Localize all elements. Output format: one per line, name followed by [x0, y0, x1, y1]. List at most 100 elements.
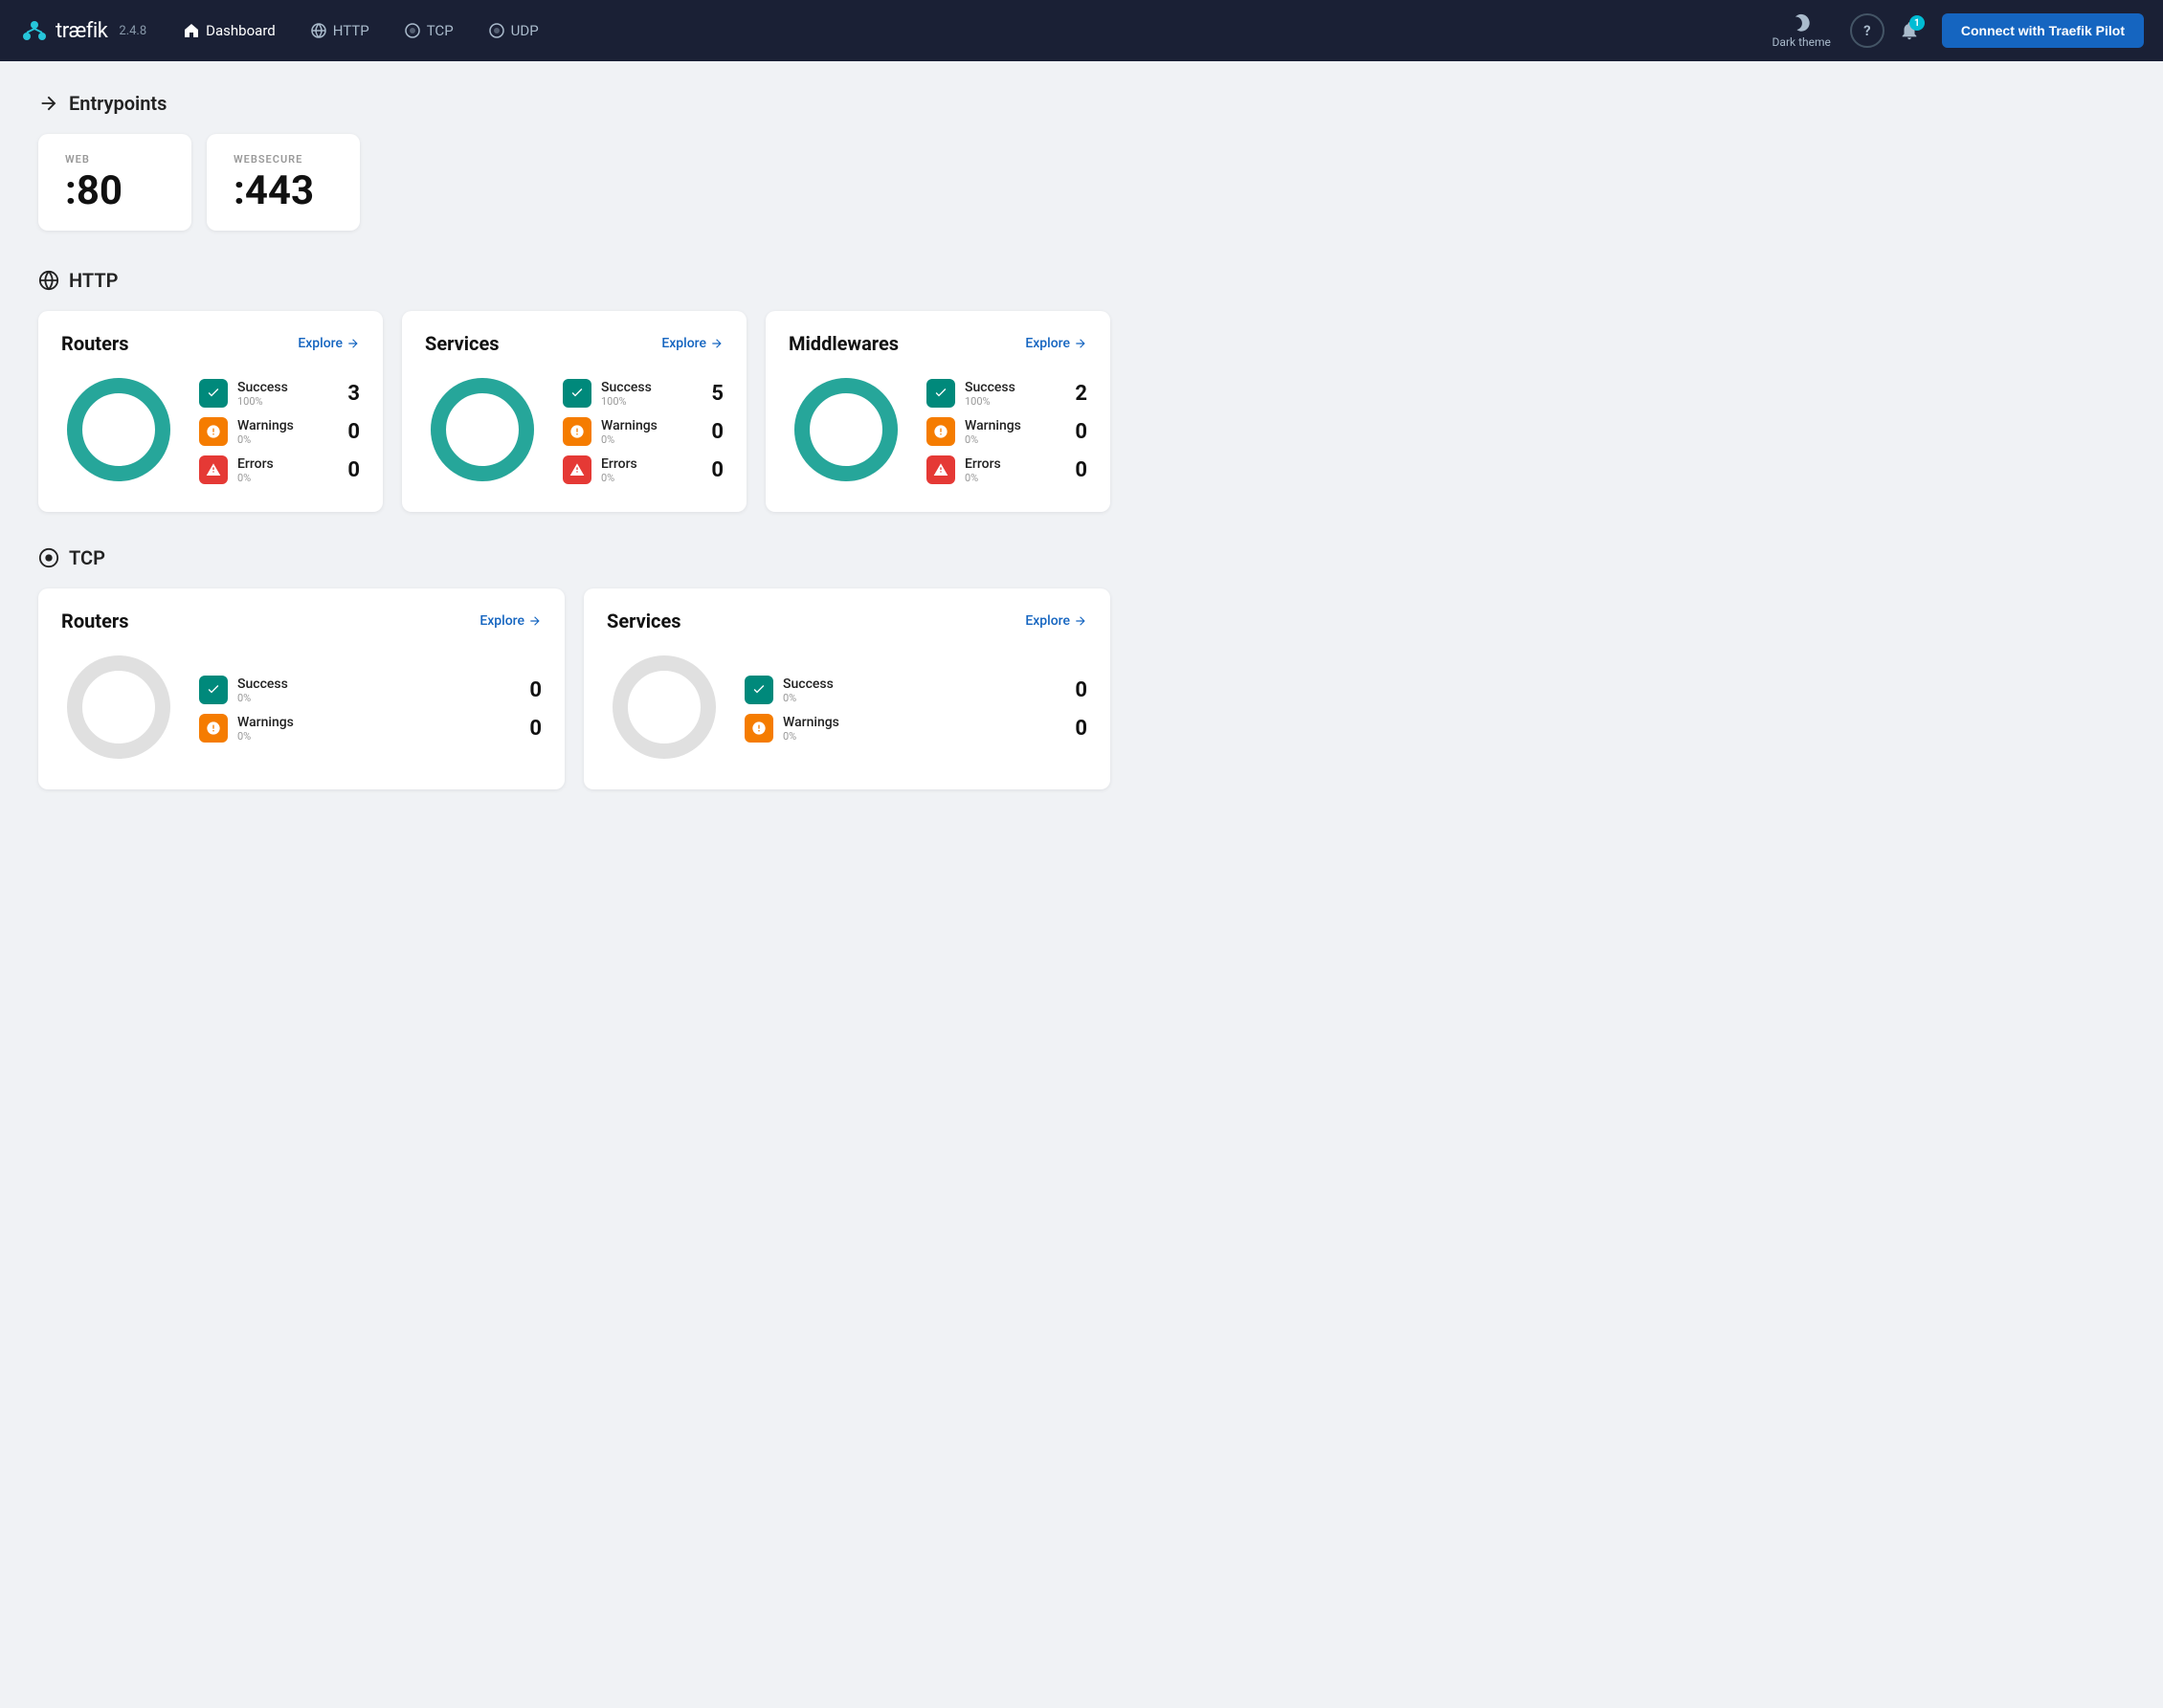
- entrypoint-web-port: :80: [65, 171, 165, 211]
- tcp-icon: [38, 547, 59, 568]
- traefik-logo-icon: [19, 15, 50, 46]
- http-title: HTTP: [69, 269, 118, 292]
- tcp-routers-title: Routers: [61, 610, 128, 632]
- main-content: Entrypoints WEB :80 WEBSECURE :443 HTTP …: [0, 61, 1148, 854]
- http-section-header: HTTP: [38, 269, 1110, 292]
- http-routers-errors-row: Errors 0% 0: [199, 455, 360, 484]
- warning-icon: [751, 721, 767, 736]
- tcp-services-card: Services Explore: [584, 588, 1110, 789]
- http-middlewares-success-count: 2: [1075, 382, 1087, 406]
- error-icon-box: [199, 455, 228, 484]
- warnings-pct: 0%: [237, 433, 304, 446]
- error-icon-box: [563, 455, 591, 484]
- http-routers-errors-count: 0: [347, 458, 360, 482]
- success-icon-box: [199, 379, 228, 408]
- warning-icon-box: [563, 417, 591, 446]
- http-middlewares-card: Middlewares Explore: [766, 311, 1110, 512]
- http-services-donut: [425, 372, 540, 491]
- home-icon: [183, 22, 200, 39]
- success-icon-box: [745, 676, 773, 704]
- http-routers-explore[interactable]: Explore: [298, 336, 360, 351]
- http-globe-icon: [38, 270, 59, 291]
- http-services-warnings-row: Warnings 0% 0: [563, 417, 724, 446]
- tcp-title: TCP: [69, 546, 105, 569]
- nav-tcp[interactable]: TCP: [390, 16, 467, 45]
- globe-icon: [310, 22, 327, 39]
- http-routers-warnings-count: 0: [347, 420, 360, 444]
- http-services-errors-count: 0: [711, 458, 724, 482]
- http-services-stats: Success 100% 5 Warnings 0%: [563, 379, 724, 484]
- warning-icon: [206, 721, 221, 736]
- http-services-body: Success 100% 5 Warnings 0%: [425, 372, 724, 491]
- success-icon-box: [563, 379, 591, 408]
- tcp-services-header: Services Explore: [607, 610, 1087, 632]
- tcp-routers-warnings-count: 0: [529, 717, 542, 741]
- warning-icon: [569, 424, 585, 439]
- error-icon: [933, 462, 948, 477]
- logo[interactable]: træfik: [19, 15, 107, 46]
- http-middlewares-warnings-row: Warnings 0% 0: [926, 417, 1087, 446]
- http-middlewares-donut: [789, 372, 903, 491]
- http-services-card: Services Explore: [402, 311, 747, 512]
- entrypoint-websecure-name: WEBSECURE: [234, 153, 333, 166]
- success-icon-box: [199, 676, 228, 704]
- success-icon-box: [926, 379, 955, 408]
- http-routers-header: Routers Explore: [61, 332, 360, 355]
- http-section: HTTP Routers Explore: [38, 269, 1110, 512]
- success-pct: 100%: [237, 395, 304, 408]
- nav-http[interactable]: HTTP: [297, 16, 383, 45]
- error-icon: [569, 462, 585, 477]
- http-routers-card: Routers Explore: [38, 311, 383, 512]
- tcp-services-explore[interactable]: Explore: [1025, 613, 1087, 629]
- errors-pct: 0%: [237, 472, 304, 484]
- nav-udp[interactable]: UDP: [475, 16, 552, 45]
- tcp-services-stats: Success 0% 0 Warnings 0%: [745, 676, 1087, 743]
- http-routers-stats: Success 100% 3 Warnings 0%: [199, 379, 360, 484]
- check-icon: [751, 682, 767, 698]
- connect-pilot-button[interactable]: Connect with Traefik Pilot: [1942, 13, 2144, 48]
- nav-dashboard[interactable]: Dashboard: [169, 16, 289, 45]
- warning-icon-box: [926, 417, 955, 446]
- warning-icon-box: [199, 714, 228, 743]
- brand: træfik 2.4.8: [19, 15, 146, 46]
- entrypoints-section-header: Entrypoints: [38, 92, 1110, 115]
- tcp-routers-success-count: 0: [529, 678, 542, 702]
- http-middlewares-header: Middlewares Explore: [789, 332, 1087, 355]
- entrypoint-websecure[interactable]: WEBSECURE :443: [207, 134, 360, 231]
- error-icon-box: [926, 455, 955, 484]
- entrypoint-web[interactable]: WEB :80: [38, 134, 191, 231]
- tcp-services-title: Services: [607, 610, 681, 632]
- tcp-routers-success-row: Success 0% 0: [199, 676, 542, 704]
- tcp-routers-stats: Success 0% 0 Warnings 0%: [199, 676, 542, 743]
- http-services-success-row: Success 100% 5: [563, 379, 724, 408]
- http-services-success-count: 5: [711, 382, 724, 406]
- entrypoint-websecure-port: :443: [234, 171, 333, 211]
- notifications-button[interactable]: 1: [1892, 13, 1927, 48]
- check-icon: [569, 386, 585, 401]
- check-icon: [933, 386, 948, 401]
- navbar: træfik 2.4.8 Dashboard HTTP TCP UDP Dark…: [0, 0, 2163, 61]
- http-routers-title: Routers: [61, 332, 128, 355]
- notification-badge: 1: [1909, 15, 1925, 31]
- entrypoints-title: Entrypoints: [69, 92, 167, 115]
- entrypoint-web-name: WEB: [65, 153, 165, 166]
- tcp-routers-body: Success 0% 0 Warnings 0%: [61, 650, 542, 768]
- entrypoints-list: WEB :80 WEBSECURE :443: [38, 134, 1110, 231]
- tcp-services-warnings-count: 0: [1075, 717, 1087, 741]
- tcp-routers-card: Routers Explore: [38, 588, 565, 789]
- warning-icon: [933, 424, 948, 439]
- tcp-services-donut: [607, 650, 722, 768]
- help-button[interactable]: ?: [1850, 13, 1884, 48]
- tcp-routers-explore[interactable]: Explore: [479, 613, 542, 629]
- dark-theme-toggle[interactable]: Dark theme: [1761, 7, 1842, 55]
- http-middlewares-explore[interactable]: Explore: [1025, 336, 1087, 351]
- http-routers-body: Success 100% 3 Warnings 0%: [61, 372, 360, 491]
- http-services-explore[interactable]: Explore: [661, 336, 724, 351]
- http-middlewares-body: Success 100% 2 Warnings 0%: [789, 372, 1087, 491]
- dark-theme-label: Dark theme: [1773, 35, 1831, 49]
- tcp-routers-header: Routers Explore: [61, 610, 542, 632]
- check-icon: [206, 682, 221, 698]
- errors-label: Errors: [237, 456, 304, 472]
- tcp-routers-warnings-row: Warnings 0% 0: [199, 714, 542, 743]
- http-routers-warnings-row: Warnings 0% 0: [199, 417, 360, 446]
